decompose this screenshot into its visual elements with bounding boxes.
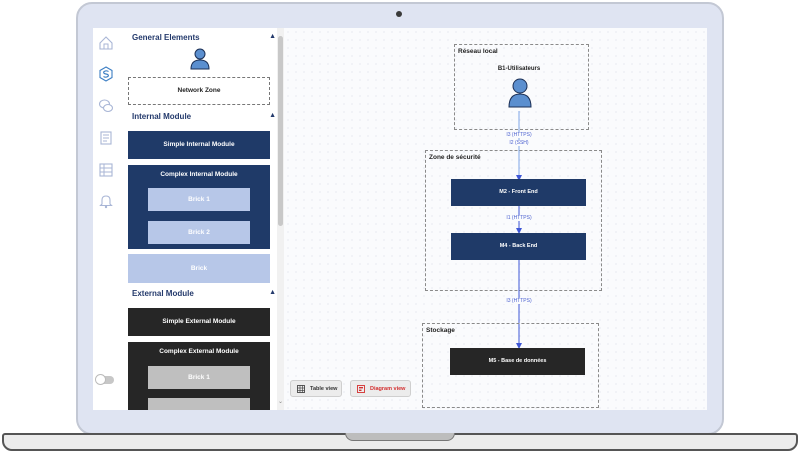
complex-internal-module-card[interactable]: Complex Internal Module Brick 1 Brick 2 [128, 165, 270, 249]
complex-external-module-label: Complex External Module [159, 348, 239, 355]
grid-icon [297, 384, 305, 393]
diagram-icon [357, 384, 365, 393]
diagram-view-label: Diagram view [370, 385, 406, 392]
external-brick-2[interactable] [148, 398, 250, 410]
diagram-canvas[interactable]: Réseau local B1-Utilisateurs I3 (HTTPS) … [284, 28, 707, 410]
table-view-label: Table view [310, 385, 338, 392]
camera-icon [396, 11, 402, 17]
database-node[interactable]: M5 - Base de données [450, 348, 585, 375]
app-screen: General Elements ▲ Network Zone Internal… [93, 28, 707, 410]
scrollbar-thumb[interactable] [278, 36, 283, 226]
user-icon[interactable] [190, 48, 210, 70]
collapse-internal-icon[interactable]: ▲ [269, 112, 276, 119]
scroll-down-icon[interactable]: ⌄ [277, 398, 284, 405]
zone-security-title: Zone de sécurité [429, 154, 481, 161]
section-title-external: External Module [132, 289, 194, 298]
internal-brick-2[interactable]: Brick 2 [148, 221, 250, 244]
chat-icon[interactable] [98, 98, 114, 114]
edge-label-1a: I3 (HTTPS) [496, 132, 542, 138]
theme-toggle[interactable] [95, 374, 114, 385]
brick-label: Brick [190, 265, 208, 272]
internal-brick-1[interactable]: Brick 1 [148, 188, 250, 211]
collapse-general-icon[interactable]: ▲ [269, 33, 276, 40]
simple-internal-module-label: Simple Internal Module [163, 141, 235, 148]
bell-icon[interactable] [98, 193, 114, 209]
users-node-icon[interactable] [508, 78, 532, 108]
edge-label-3: I3 (HTTPS) [498, 298, 540, 304]
complex-internal-module-label: Complex Internal Module [160, 171, 238, 178]
front-end-node[interactable]: M2 - Front End [451, 179, 586, 206]
network-zone-label: Network Zone [177, 87, 221, 94]
collapse-external-icon[interactable]: ▲ [269, 289, 276, 296]
network-zone-card[interactable]: Network Zone [128, 77, 270, 105]
logo-s-icon[interactable] [98, 66, 114, 82]
back-end-node[interactable]: M4 - Back End [451, 233, 586, 260]
brick-card[interactable]: Brick [128, 254, 270, 283]
palette-scrollbar[interactable]: ⌄ [277, 28, 284, 410]
simple-external-module-card[interactable]: Simple External Module [128, 308, 270, 336]
edge-label-1b: I2 (SSH) [496, 140, 542, 146]
external-brick-1[interactable]: Brick 1 [148, 366, 250, 389]
users-node-label: B1-Utilisateurs [497, 66, 541, 72]
section-title-general: General Elements [132, 33, 200, 42]
document-icon[interactable] [98, 130, 114, 146]
section-title-internal: Internal Module [132, 112, 192, 121]
table-view-button[interactable]: Table view [290, 380, 342, 397]
home-icon[interactable] [98, 35, 114, 51]
diagram-view-button[interactable]: Diagram view [350, 380, 411, 397]
table-icon[interactable] [98, 162, 114, 178]
edge-label-2: I1 (HTTPS) [498, 215, 540, 221]
palette-panel: General Elements ▲ Network Zone Internal… [126, 28, 278, 410]
laptop-notch [345, 433, 455, 441]
simple-internal-module-card[interactable]: Simple Internal Module [128, 131, 270, 159]
zone-storage-title: Stockage [426, 327, 455, 334]
simple-external-module-label: Simple External Module [162, 318, 236, 325]
zone-local-network-title: Réseau local [458, 48, 498, 55]
complex-external-module-card[interactable]: Complex External Module Brick 1 [128, 342, 270, 410]
icon-rail [93, 28, 121, 410]
